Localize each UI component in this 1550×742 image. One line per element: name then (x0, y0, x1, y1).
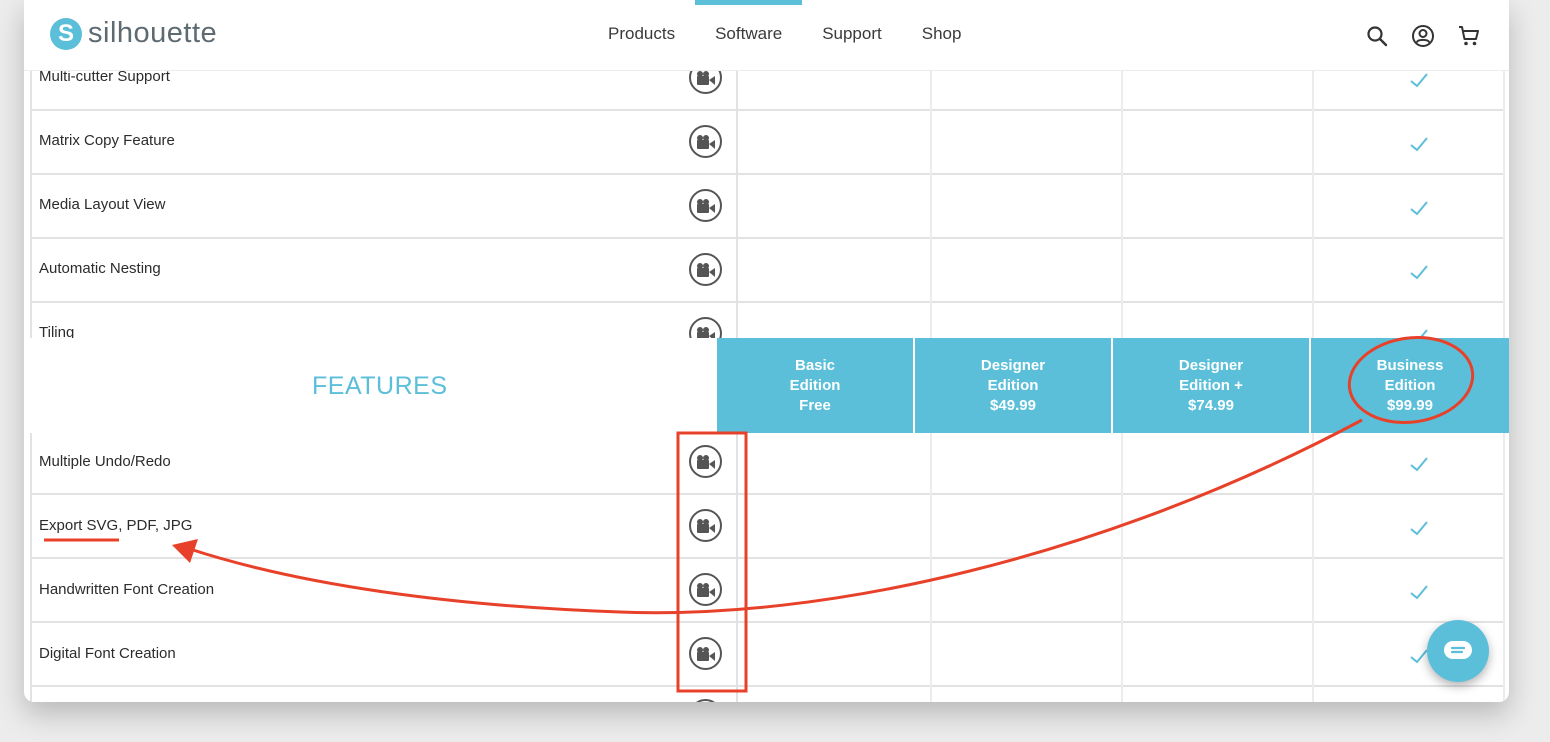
cart-icon[interactable] (1457, 24, 1481, 48)
feature-label: Automatic Nesting (39, 260, 161, 277)
logo-mark: S (50, 17, 82, 50)
video-camera-icon[interactable] (689, 125, 722, 158)
chat-button[interactable] (1427, 620, 1489, 682)
main-nav: Products Software Support Shop (588, 0, 981, 70)
nav-support[interactable]: Support (802, 0, 902, 70)
feature-label: Digital Font Creation (39, 645, 176, 662)
feature-label: Handwritten Font Creation (39, 581, 215, 598)
table-row: Export SVG, PDF, JPG (30, 493, 1505, 559)
checkmark-icon (1410, 73, 1428, 88)
video-camera-icon[interactable] (689, 253, 722, 286)
video-camera-icon[interactable] (689, 189, 722, 222)
feature-label: Multiple Undo/Redo (39, 453, 171, 470)
video-camera-icon[interactable] (689, 573, 722, 606)
checkmark-icon (1410, 521, 1428, 536)
search-icon[interactable] (1365, 24, 1389, 48)
table-row: Handwritten Font Creation (30, 557, 1505, 623)
table-row: Multiple Undo/Redo (30, 429, 1505, 495)
checkmark-icon (1410, 585, 1428, 600)
account-icon[interactable] (1411, 24, 1435, 48)
nav-products[interactable]: Products (588, 0, 695, 70)
video-camera-icon[interactable] (689, 637, 722, 670)
chat-bubble-icon (1444, 641, 1472, 659)
edition-header-basic: Basic Edition Free (717, 338, 913, 433)
checkmark-icon (1410, 201, 1428, 216)
nav-shop[interactable]: Shop (902, 0, 982, 70)
checkmark-icon (1410, 137, 1428, 152)
checkmark-icon (1410, 457, 1428, 472)
site-header: S silhouette Products Software Support S… (24, 0, 1509, 71)
features-heading: FEATURES (312, 372, 448, 400)
feature-label: Export SVG, PDF, JPG (39, 517, 193, 534)
table-row: Digital Font Creation (30, 621, 1505, 687)
table-header: FEATURES Basic Edition Free Designer Editio… (24, 338, 1509, 433)
checkmark-icon (1410, 265, 1428, 280)
nav-software[interactable]: Software (695, 0, 803, 70)
edition-header-designer-plus: Designer Edition + $74.99 (1113, 338, 1309, 433)
table-row: Automatic Nesting (30, 237, 1505, 303)
video-camera-icon[interactable] (689, 445, 722, 478)
edition-header-business: Business Edition $99.99 (1311, 338, 1509, 433)
silhouette-logo[interactable]: S silhouette (50, 17, 217, 50)
edition-header-designer: Designer Edition $49.99 (915, 338, 1111, 433)
logo-text: silhouette (88, 17, 218, 49)
video-camera-icon[interactable] (689, 509, 722, 542)
table-row: Matrix Copy Feature (30, 109, 1505, 175)
browser-window: S silhouette Products Software Support S… (24, 0, 1509, 702)
table-row: Media Layout View (30, 173, 1505, 239)
feature-label: Matrix Copy Feature (39, 132, 175, 149)
table-row (30, 685, 1505, 702)
feature-label: Media Layout View (39, 196, 166, 213)
